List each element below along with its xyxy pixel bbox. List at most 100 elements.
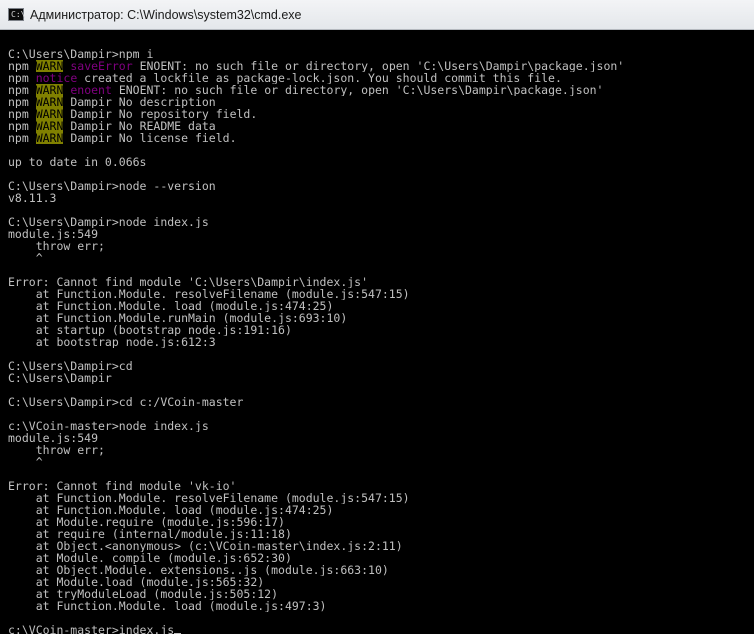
console-text: Dampir No license field. (63, 132, 237, 144)
console-line: Error: Cannot find module 'vk-io' (8, 480, 746, 492)
console-text: C:\Users\Dampir>node --version (8, 180, 216, 192)
warn-label: WARN (35, 120, 64, 132)
console-text: C:\Users\Dampir>node index.js (8, 216, 209, 228)
console-line: c:\VCoin-master>node index.js (8, 420, 746, 432)
console-text: at startup (bootstrap_node.js:191:16) (8, 324, 292, 336)
console-text: module.js:549 (8, 228, 99, 240)
console-line: ^ (8, 456, 746, 468)
console-line: ^ (8, 252, 746, 264)
console-line: module.js:549 (8, 432, 746, 444)
console-line: npm WARN Dampir No repository field. (8, 108, 746, 120)
console-text: v8.11.3 (8, 192, 57, 204)
console-line: at Function.Module._load (module.js:474:… (8, 504, 746, 516)
window-title: Администратор: C:\Windows\system32\cmd.e… (30, 7, 302, 22)
console-text: npm (8, 96, 36, 108)
console-line: C:\Users\Dampir>node index.js (8, 216, 746, 228)
console-text: at Function.Module._load (module.js:474:… (8, 504, 334, 516)
console-line: at require (internal/module.js:11:18) (8, 528, 746, 540)
console-text: ^ (8, 456, 43, 468)
console-line: at startup (bootstrap_node.js:191:16) (8, 324, 746, 336)
cmd-window: C:\ Администратор: C:\Windows\system32\c… (0, 0, 754, 634)
console-text: at Module._compile (module.js:652:30) (8, 552, 292, 564)
cmd-icon: C:\ (8, 8, 25, 21)
console-line: at Module.load (module.js:565:32) (8, 576, 746, 588)
console-line: npm WARN Dampir No README data (8, 120, 746, 132)
console-text: c:\VCoin-master>index.js (8, 624, 175, 634)
console-text: module.js:549 (8, 432, 99, 444)
console-line: at Function.Module._load (module.js:474:… (8, 300, 746, 312)
console-line: c:\VCoin-master>index.js (8, 624, 746, 634)
error-code: enoent (70, 84, 112, 96)
console-line: v8.11.3 (8, 192, 746, 204)
console-text: Dampir No README data (63, 120, 216, 132)
console-text: at Function.Module.runMain (module.js:69… (8, 312, 348, 324)
console-text: at tryModuleLoad (module.js:505:12) (8, 588, 279, 600)
console-line: up to date in 0.066s (8, 156, 746, 168)
console-output[interactable]: C:\Users\Dampir>npm i npm WARN saveError … (8, 36, 746, 634)
title-bar[interactable]: C:\ Администратор: C:\Windows\system32\c… (0, 0, 754, 30)
console-text: c:\VCoin-master>node index.js (8, 420, 209, 432)
console-line: at Object.<anonymous> (c:\VCoin-master\i… (8, 540, 746, 552)
console-text: Dampir No repository field. (63, 108, 258, 120)
console-text: at Function.Module._load (module.js:474:… (8, 300, 334, 312)
console-text: ENOENT: no such file or directory, open … (111, 84, 604, 96)
warn-label: WARN (35, 108, 64, 120)
console-line: at Module._compile (module.js:652:30) (8, 552, 746, 564)
console-line: C:\Users\Dampir>node --version (8, 180, 746, 192)
console-text: Error: Cannot find module 'vk-io' (8, 480, 237, 492)
console-text: ^ (8, 252, 43, 264)
console-line: at Object.Module._extensions..js (module… (8, 564, 746, 576)
console-line: at Function.Module.runMain (module.js:69… (8, 312, 746, 324)
console-line: npm notice created a lockfile as package… (8, 72, 746, 84)
console-text: C:\Users\Dampir>cd (8, 360, 133, 372)
warn-label: WARN (35, 84, 64, 96)
console-text: C:\Users\Dampir>cd c:/VCoin-master (8, 396, 244, 408)
console-line: npm WARN saveError ENOENT: no such file … (8, 60, 746, 72)
console-text: at Object.Module._extensions..js (module… (8, 564, 389, 576)
console-text: npm (8, 120, 36, 132)
console-text: npm (8, 108, 36, 120)
console-line: npm WARN Dampir No license field. (8, 132, 746, 144)
console-line: at Function.Module._load (module.js:497:… (8, 600, 746, 612)
console-text: up to date in 0.066s (8, 156, 147, 168)
console-text: at Function.Module._resolveFilename (mod… (8, 492, 410, 504)
console-text: C:\Users\Dampir (8, 372, 112, 384)
console-line: npm WARN enoent ENOENT: no such file or … (8, 84, 746, 96)
console-text: at require (internal/module.js:11:18) (8, 528, 292, 540)
console-text: Dampir No description (63, 96, 216, 108)
console-text: ENOENT: no such file or directory, open … (132, 60, 625, 72)
console-text: npm (8, 60, 36, 72)
console-text: Error: Cannot find module 'C:\Users\Damp… (8, 276, 369, 288)
console-line: throw err; (8, 240, 746, 252)
console-text: at Object.<anonymous> (c:\VCoin-master\i… (8, 540, 403, 552)
console-line: module.js:549 (8, 228, 746, 240)
console-line: Error: Cannot find module 'C:\Users\Damp… (8, 276, 746, 288)
console-text: throw err; (8, 240, 105, 252)
console-line: C:\Users\Dampir>cd (8, 360, 746, 372)
console-text: npm (8, 72, 36, 84)
console-text: at Function.Module._load (module.js:497:… (8, 600, 327, 612)
console-line: C:\Users\Dampir (8, 372, 746, 384)
console-text: at Module.require (module.js:596:17) (8, 516, 285, 528)
console-text: at bootstrap_node.js:612:3 (8, 336, 216, 348)
console-text: C:\Users\Dampir>npm i (8, 48, 154, 60)
console-text: at Function.Module._resolveFilename (mod… (8, 288, 410, 300)
console-line: npm WARN Dampir No description (8, 96, 746, 108)
console-line: at tryModuleLoad (module.js:505:12) (8, 588, 746, 600)
console-line: at Function.Module._resolveFilename (mod… (8, 288, 746, 300)
console-line: at Module.require (module.js:596:17) (8, 516, 746, 528)
console-text: npm (8, 84, 36, 96)
warn-label: WARN (35, 96, 64, 108)
console-text: throw err; (8, 444, 105, 456)
console-line: at bootstrap_node.js:612:3 (8, 336, 746, 348)
console-text: created a lockfile as package-lock.json.… (77, 72, 562, 84)
console-line: at Function.Module._resolveFilename (mod… (8, 492, 746, 504)
error-code: notice (35, 72, 78, 84)
